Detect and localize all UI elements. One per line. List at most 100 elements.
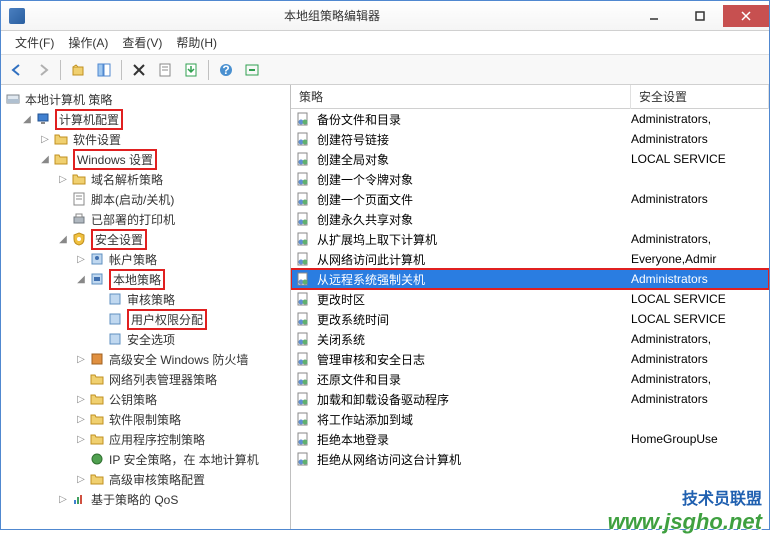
tree-network-list[interactable]: 网络列表管理器策略 (1, 369, 290, 389)
list-row[interactable]: 加载和卸载设备驱动程序Administrators (291, 389, 769, 409)
tree-label: Windows 设置 (77, 153, 153, 167)
tree-user-rights[interactable]: 用户权限分配 (1, 309, 290, 329)
policy-icon (295, 331, 311, 347)
tree-firewall[interactable]: ▷ 高级安全 Windows 防火墙 (1, 349, 290, 369)
folder-icon (89, 471, 105, 487)
list-row[interactable]: 拒绝从网络访问这台计算机 (291, 449, 769, 469)
tree-ip-security[interactable]: IP 安全策略，在 本地计算机 (1, 449, 290, 469)
menubar: 文件(F) 操作(A) 查看(V) 帮助(H) (1, 31, 769, 55)
list-row[interactable]: 从远程系统强制关机Administrators (291, 269, 769, 289)
expand-icon[interactable]: ▷ (75, 393, 87, 405)
export-button[interactable] (179, 58, 203, 82)
tree-label: 脚本(启动/关机) (91, 191, 174, 208)
tree-advanced-audit[interactable]: ▷ 高级审核策略配置 (1, 469, 290, 489)
tree-computer-config[interactable]: ◢ 计算机配置 (1, 109, 290, 129)
tree-security-settings[interactable]: ◢ 安全设置 (1, 229, 290, 249)
expand-icon[interactable]: ▷ (57, 493, 69, 505)
maximize-button[interactable] (677, 5, 723, 27)
window-title: 本地组策略编辑器 (33, 7, 631, 24)
properties-button[interactable] (153, 58, 177, 82)
tree-root[interactable]: 本地计算机 策略 (1, 89, 290, 109)
tree-app-control[interactable]: ▷ 应用程序控制策略 (1, 429, 290, 449)
list-row[interactable]: 创建符号链接Administrators (291, 129, 769, 149)
expand-icon[interactable]: ▷ (75, 353, 87, 365)
expand-icon[interactable]: ▷ (75, 253, 87, 265)
list-row[interactable]: 将工作站添加到域 (291, 409, 769, 429)
collapse-icon[interactable]: ◢ (75, 273, 87, 285)
policy-icon (295, 151, 311, 167)
up-button[interactable] (66, 58, 90, 82)
list-row[interactable]: 管理审核和安全日志Administrators (291, 349, 769, 369)
list-row[interactable]: 更改时区LOCAL SERVICE (291, 289, 769, 309)
tree-panel[interactable]: 本地计算机 策略 ◢ 计算机配置 ▷ 软件设置 ◢ Windows 设置 (1, 85, 291, 529)
list-row[interactable]: 创建一个令牌对象 (291, 169, 769, 189)
list-row[interactable]: 还原文件和目录Administrators, (291, 369, 769, 389)
tree-deployed-printers[interactable]: 已部署的打印机 (1, 209, 290, 229)
tree-label: 计算机配置 (59, 113, 119, 127)
policy-icon (295, 431, 311, 447)
menu-help[interactable]: 帮助(H) (170, 32, 223, 53)
expand-icon[interactable]: ▷ (75, 413, 87, 425)
list-row[interactable]: 从扩展坞上取下计算机Administrators, (291, 229, 769, 249)
minimize-button[interactable] (631, 5, 677, 27)
script-icon (71, 191, 87, 207)
list-panel[interactable]: 策略 安全设置 备份文件和目录Administrators,创建符号链接Admi… (291, 85, 769, 529)
list-row[interactable]: 关闭系统Administrators, (291, 329, 769, 349)
list-row[interactable]: 从网络访问此计算机Everyone,Admir (291, 249, 769, 269)
menu-action[interactable]: 操作(A) (62, 32, 114, 53)
security-setting: LOCAL SERVICE (631, 292, 769, 306)
no-expand (57, 193, 69, 205)
policy-name: 备份文件和目录 (317, 111, 631, 128)
list-row[interactable]: 创建一个页面文件Administrators (291, 189, 769, 209)
column-policy[interactable]: 策略 (291, 85, 631, 109)
tree-label: 网络列表管理器策略 (109, 371, 217, 388)
policy-icon (295, 371, 311, 387)
tree-local-policies[interactable]: ◢ 本地策略 (1, 269, 290, 289)
menu-file[interactable]: 文件(F) (9, 32, 60, 53)
policy-name: 将工作站添加到域 (317, 411, 631, 428)
folder-icon (53, 151, 69, 167)
tree-account-policies[interactable]: ▷ 帐户策略 (1, 249, 290, 269)
expand-icon[interactable]: ▷ (75, 473, 87, 485)
tree-audit-policy[interactable]: 审核策略 (1, 289, 290, 309)
list-row[interactable]: 创建永久共享对象 (291, 209, 769, 229)
close-button[interactable] (723, 5, 769, 27)
collapse-icon[interactable]: ◢ (57, 233, 69, 245)
list-row[interactable]: 拒绝本地登录HomeGroupUse (291, 429, 769, 449)
help-button[interactable]: ? (214, 58, 238, 82)
policy-name: 从网络访问此计算机 (317, 251, 631, 268)
tree-list-button[interactable] (92, 58, 116, 82)
list-row[interactable]: 创建全局对象LOCAL SERVICE (291, 149, 769, 169)
security-setting: HomeGroupUse (631, 432, 769, 446)
expand-icon[interactable]: ▷ (39, 133, 51, 145)
tree-security-options[interactable]: 安全选项 (1, 329, 290, 349)
policy-tree: 本地计算机 策略 ◢ 计算机配置 ▷ 软件设置 ◢ Windows 设置 (1, 85, 290, 513)
column-security[interactable]: 安全设置 (631, 85, 769, 109)
tree-software-restrict[interactable]: ▷ 软件限制策略 (1, 409, 290, 429)
tree-public-key[interactable]: ▷ 公钥策略 (1, 389, 290, 409)
forward-button[interactable] (31, 58, 55, 82)
tree-scripts[interactable]: 脚本(启动/关机) (1, 189, 290, 209)
collapse-icon[interactable]: ◢ (39, 153, 51, 165)
menu-view[interactable]: 查看(V) (116, 32, 168, 53)
back-button[interactable] (5, 58, 29, 82)
policy-icon (295, 131, 311, 147)
window-controls (631, 5, 769, 27)
tree-label: 软件限制策略 (109, 411, 181, 428)
app-icon (9, 8, 25, 24)
expand-icon[interactable]: ▷ (57, 173, 69, 185)
security-setting: Administrators (631, 192, 769, 206)
security-setting: LOCAL SERVICE (631, 312, 769, 326)
list-row[interactable]: 更改系统时间LOCAL SERVICE (291, 309, 769, 329)
tree-software-settings[interactable]: ▷ 软件设置 (1, 129, 290, 149)
filter-button[interactable] (240, 58, 264, 82)
list-row[interactable]: 备份文件和目录Administrators, (291, 109, 769, 129)
tree-dns-policy[interactable]: ▷ 域名解析策略 (1, 169, 290, 189)
security-setting: LOCAL SERVICE (631, 152, 769, 166)
tree-qos[interactable]: ▷ 基于策略的 QoS (1, 489, 290, 509)
tree-label: 安全设置 (95, 233, 143, 247)
tree-windows-settings[interactable]: ◢ Windows 设置 (1, 149, 290, 169)
delete-button[interactable] (127, 58, 151, 82)
collapse-icon[interactable]: ◢ (21, 113, 33, 125)
expand-icon[interactable]: ▷ (75, 433, 87, 445)
